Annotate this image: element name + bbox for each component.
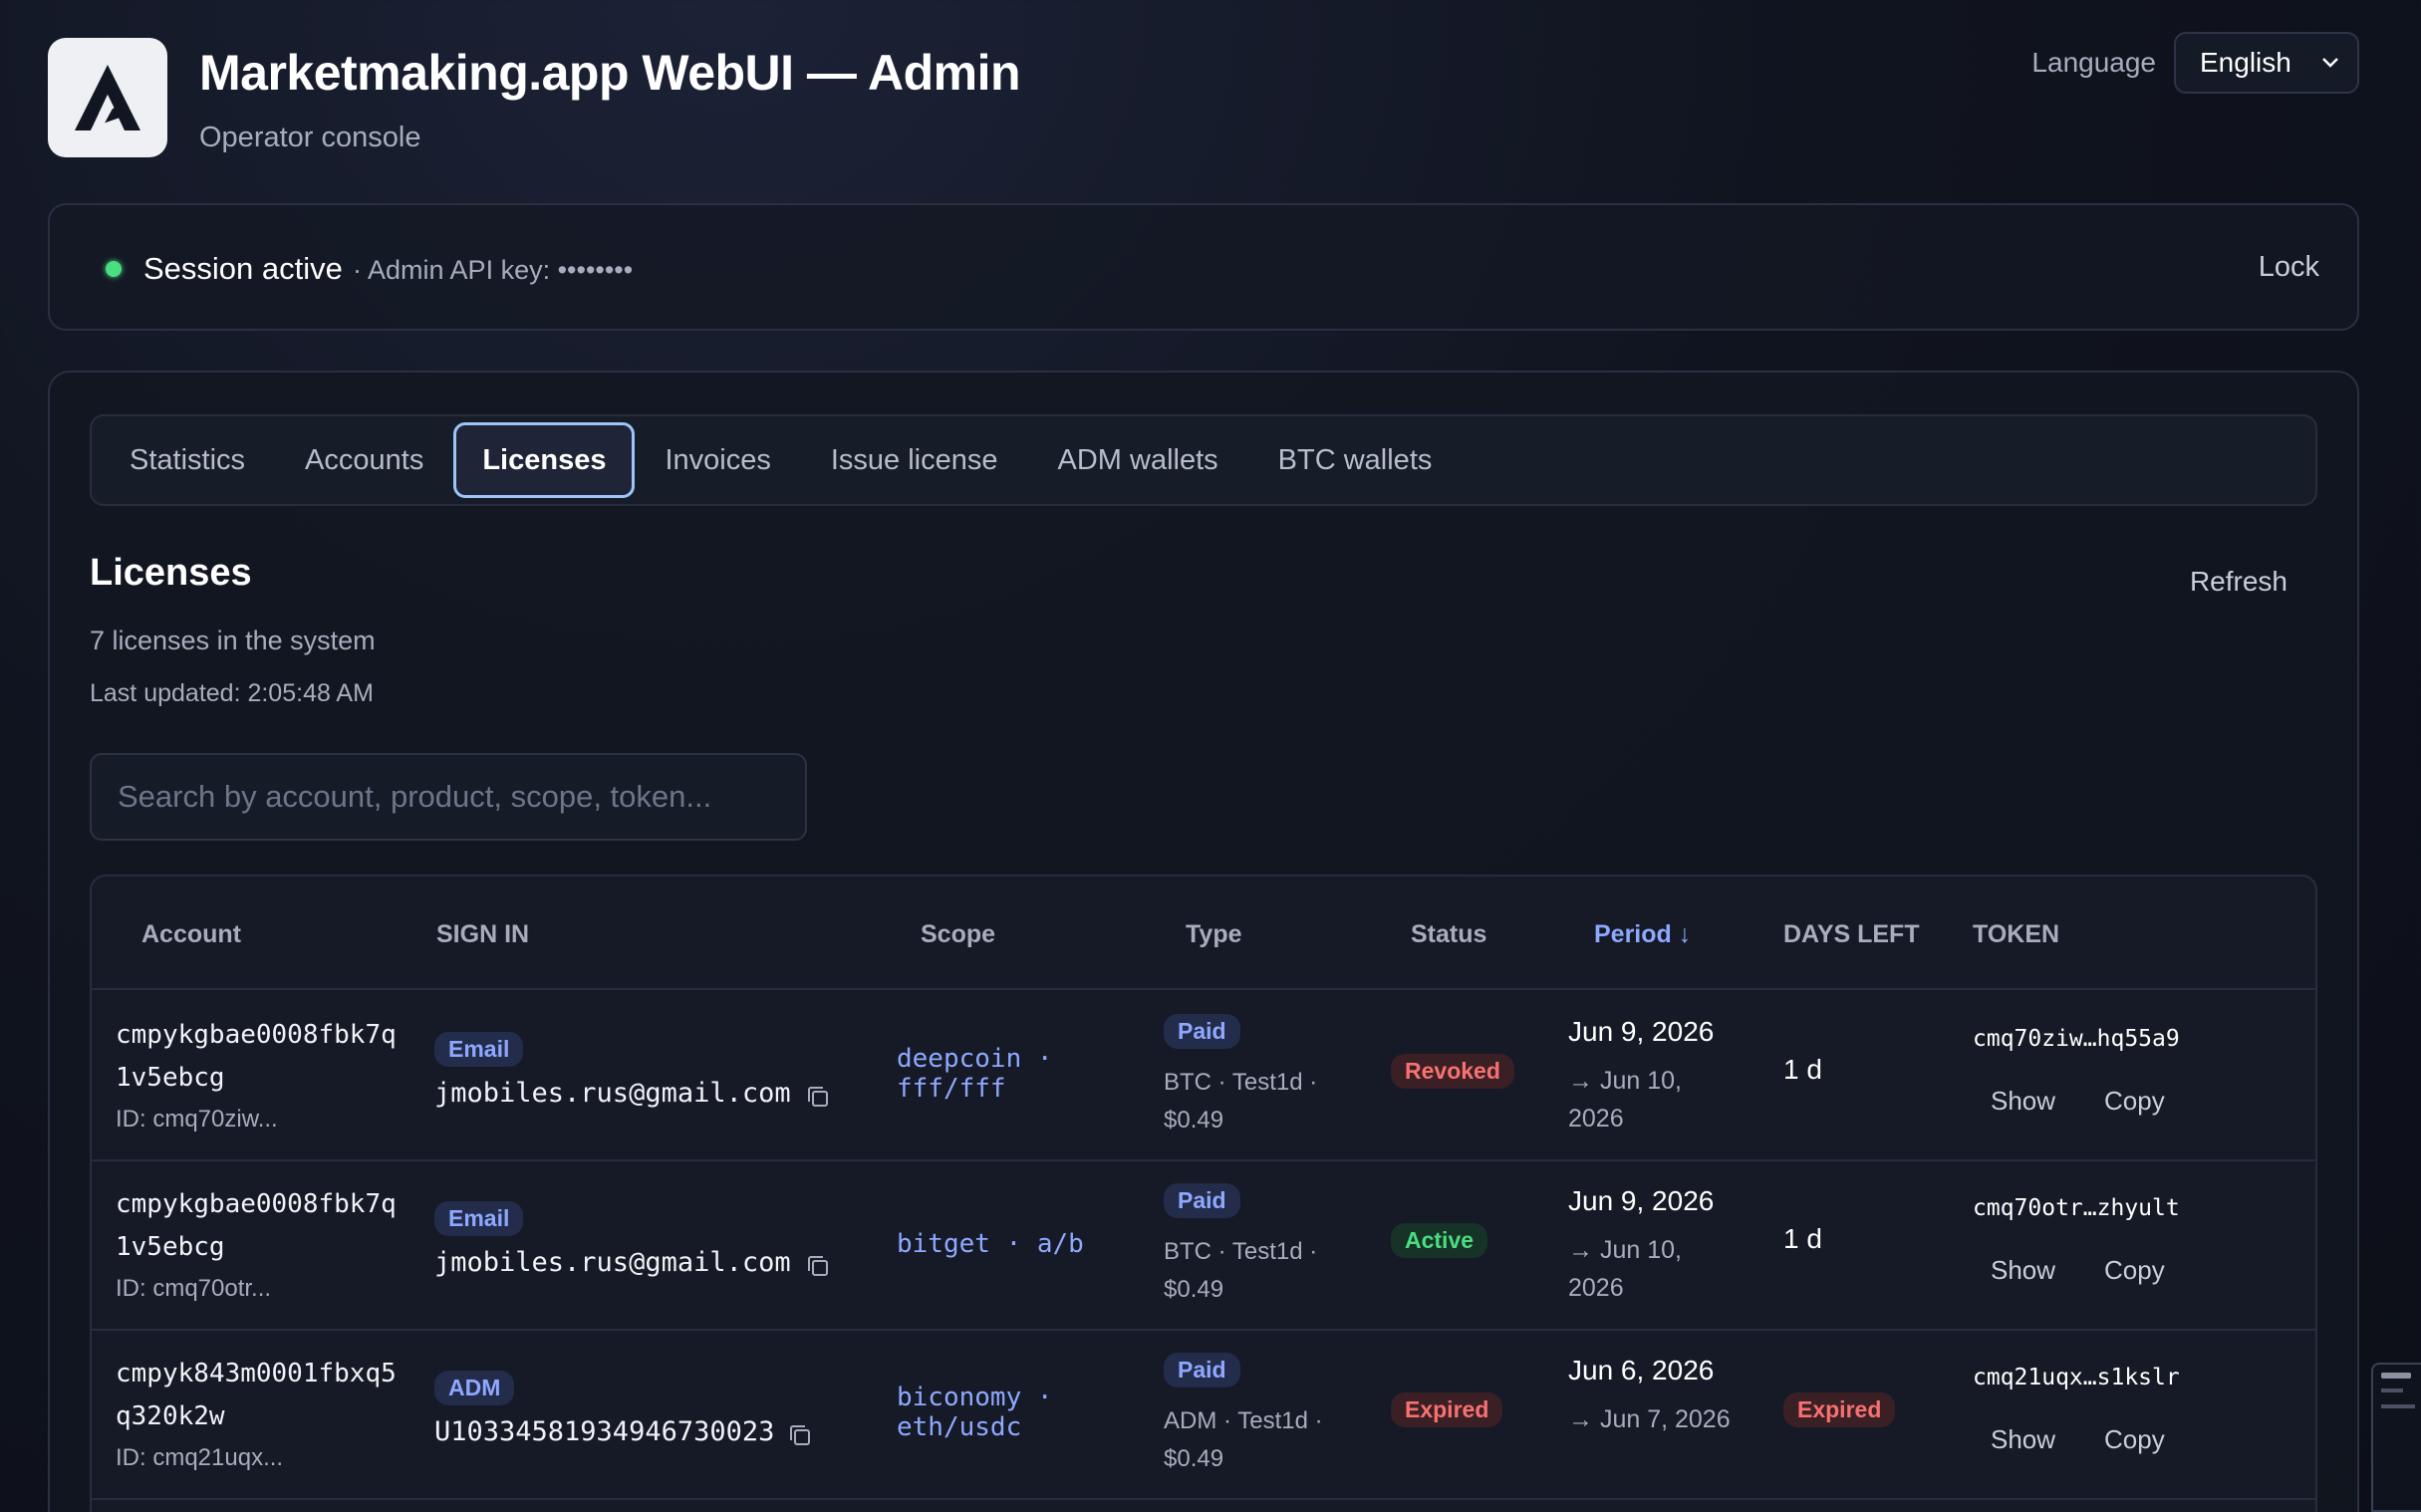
column-header-type[interactable]: Type (1186, 920, 1242, 949)
chevron-down-icon (2319, 48, 2341, 85)
status-badge: Revoked (1391, 1054, 1514, 1089)
signin-value: U10334581934946730023 (434, 1416, 775, 1447)
language-select[interactable]: English (2174, 32, 2359, 94)
period-end: → Jun 7, 2026 (1568, 1405, 1731, 1433)
screenshot-thumbnail[interactable] (2371, 1363, 2421, 1512)
account-id: ID: cmq21uqx... (116, 1444, 284, 1471)
token-value: cmq70ziw…hq55a9 (1973, 1026, 2180, 1052)
tab-licenses[interactable]: Licenses (453, 422, 636, 498)
scope: bitget · a/b (897, 1229, 1084, 1259)
refresh-button[interactable]: Refresh (2190, 566, 2287, 598)
session-bar: Session active · Admin API key: ••••••••… (48, 203, 2359, 331)
tab-btc-wallets[interactable]: BTC wallets (1248, 422, 1463, 498)
period-start: Jun 6, 2026 (1568, 1355, 1715, 1386)
copy-icon[interactable] (803, 1251, 833, 1281)
days-left: 1 d (1783, 1223, 1822, 1254)
show-token-button[interactable]: Show (1991, 1424, 2055, 1455)
tab-issue-license[interactable]: Issue license (801, 422, 1028, 498)
search-input[interactable]: Search by account, product, scope, token… (90, 753, 807, 841)
app-header: Marketmaking.app WebUI — Admin Operator … (48, 32, 2359, 157)
days-left-badge: Expired (1783, 1392, 1896, 1427)
tab-invoices[interactable]: Invoices (635, 422, 800, 498)
language-selected-value: English (2200, 47, 2291, 78)
type-badge: Paid (1164, 1014, 1240, 1049)
type-detail: BTC · Test1d · $0.49 (1164, 1069, 1318, 1134)
session-status-dot-icon (106, 261, 122, 277)
token-value: cmq21uqx…s1kslr (1973, 1365, 2180, 1390)
column-header-account[interactable]: Account (141, 920, 241, 949)
brand-logo-icon (48, 38, 167, 157)
table-row: cmpykgbae0008fbk7q1v5ebcg ID: cmq70otr..… (92, 1161, 2315, 1331)
days-left: 1 d (1783, 1054, 1822, 1085)
type-detail: ADM · Test1d · $0.49 (1164, 1407, 1323, 1472)
lock-button[interactable]: Lock (2259, 251, 2319, 284)
app-title: Marketmaking.app WebUI — Admin (199, 45, 1021, 101)
column-header-period[interactable]: Period ↓ (1594, 920, 1691, 949)
account-name: cmpyk843m0001fbxq5q320k2w (116, 1359, 397, 1431)
tab-bar: Statistics Accounts Licenses Invoices Is… (90, 414, 2317, 506)
copy-icon[interactable] (785, 1420, 815, 1450)
admin-api-key: · Admin API key: •••••••• (353, 255, 634, 285)
period-end: → Jun 10, 2026 (1568, 1236, 1682, 1302)
session-status: Session active (143, 251, 343, 286)
account-name: cmpykgbae0008fbk7q1v5ebcg (116, 1189, 397, 1262)
table-row: cmpykgbae0008fbk7q1v5ebcg ID: cmq70ziw..… (92, 992, 2315, 1161)
copy-icon[interactable] (803, 1082, 833, 1112)
column-header-status[interactable]: Status (1411, 920, 1486, 949)
table-row: cmpyk843m0001fbxq5q320k2w ID: cmq21uqx..… (92, 1331, 2315, 1500)
copy-token-button[interactable]: Copy (2104, 1424, 2165, 1455)
period-end: → Jun 10, 2026 (1568, 1067, 1682, 1133)
signin-value: jmobiles.rus@gmail.com (434, 1247, 791, 1278)
status-badge: Expired (1391, 1392, 1503, 1427)
signin-method-badge: Email (434, 1201, 524, 1236)
license-count: 7 licenses in the system (90, 626, 376, 655)
main-panel: Statistics Accounts Licenses Invoices Is… (48, 371, 2359, 1512)
tab-accounts[interactable]: Accounts (275, 422, 453, 498)
column-header-sign-in[interactable]: SIGN IN (436, 920, 529, 949)
status-badge: Active (1391, 1223, 1488, 1258)
type-badge: Paid (1164, 1353, 1240, 1387)
type-badge: Paid (1164, 1183, 1240, 1218)
scope: deepcoin · fff/fff (897, 1044, 1053, 1104)
signin-method-badge: ADM (434, 1371, 515, 1405)
period-start: Jun 9, 2026 (1568, 1016, 1715, 1047)
period-start: Jun 9, 2026 (1568, 1185, 1715, 1216)
column-header-days-left[interactable]: DAYS LEFT (1783, 920, 1920, 949)
licenses-table: Account SIGN IN Scope Type Status Period… (90, 875, 2317, 1512)
copy-token-button[interactable]: Copy (2104, 1086, 2165, 1117)
show-token-button[interactable]: Show (1991, 1086, 2055, 1117)
tab-statistics[interactable]: Statistics (100, 422, 275, 498)
column-header-token[interactable]: TOKEN (1973, 920, 2059, 949)
type-detail: BTC · Test1d · $0.49 (1164, 1238, 1318, 1303)
token-value: cmq70otr…zhyult (1973, 1195, 2180, 1221)
column-header-scope[interactable]: Scope (921, 920, 995, 949)
tab-adm-wallets[interactable]: ADM wallets (1028, 422, 1248, 498)
copy-token-button[interactable]: Copy (2104, 1255, 2165, 1286)
language-label: Language (2031, 47, 2156, 78)
last-updated: Last updated: 2:05:48 AM (90, 679, 374, 707)
signin-value: jmobiles.rus@gmail.com (434, 1078, 791, 1109)
section-title: Licenses (90, 552, 252, 594)
account-name: cmpykgbae0008fbk7q1v5ebcg (116, 1020, 397, 1093)
account-id: ID: cmq70ziw... (116, 1106, 278, 1133)
app-subtitle: Operator console (199, 122, 421, 153)
show-token-button[interactable]: Show (1991, 1255, 2055, 1286)
language-switcher: Language English (2031, 32, 2359, 94)
signin-method-badge: Email (434, 1032, 524, 1067)
scope: biconomy · eth/usdc (897, 1383, 1053, 1442)
table-header: Account SIGN IN Scope Type Status Period… (92, 877, 2315, 990)
account-id: ID: cmq70otr... (116, 1275, 272, 1302)
